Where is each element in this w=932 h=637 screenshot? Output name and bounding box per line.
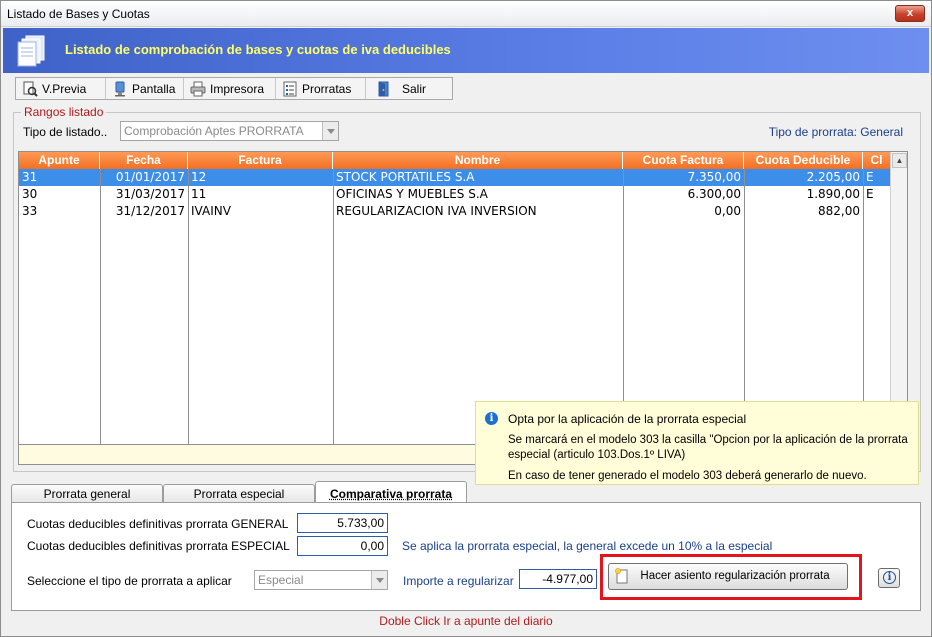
table-header: Apunte Fecha Factura Nombre Cuota Factur… — [19, 152, 891, 169]
cell-nombre: REGULARIZACION IVA INVERSION — [336, 204, 537, 218]
main-window: Listado de Bases y Cuotas x Listado de c… — [0, 0, 932, 637]
info-icon: i — [883, 571, 896, 584]
chevron-down-icon — [322, 122, 338, 140]
especial-label: Cuotas deducibles definitivas prorrata E… — [27, 539, 290, 553]
tab-comparativa-label: Comparativa prorrata — [329, 487, 453, 501]
col-cuota-factura[interactable]: Cuota Factura — [623, 152, 744, 169]
salir-label: Salir — [402, 81, 427, 96]
cell-cuota-factura: 0,00 — [714, 204, 741, 218]
general-value-field[interactable]: 5.733,00 — [297, 513, 388, 533]
printer-icon — [190, 81, 206, 96]
impresora-button[interactable]: Impresora — [184, 78, 276, 99]
table-row[interactable]: 31 01/01/2017 12 STOCK PORTATILES S.A 7.… — [19, 169, 891, 186]
close-button[interactable]: x — [895, 5, 925, 22]
cell-nombre: STOCK PORTATILES S.A — [333, 169, 623, 186]
info-tooltip: i Opta por la aplicación de la prorrata … — [475, 401, 919, 485]
cell-fecha: 01/01/2017 — [100, 169, 188, 186]
tab-prorrata-general[interactable]: Prorrata general — [11, 484, 163, 503]
tipo-listado-select[interactable]: Comprobación Aptes PRORRATA — [120, 121, 339, 141]
exit-icon — [378, 81, 389, 96]
general-label: Cuotas deducibles definitivas prorrata G… — [27, 517, 289, 531]
rangos-legend: Rangos listado — [21, 105, 107, 119]
cell-cuota-deducible: 2.205,00 — [744, 169, 863, 186]
hacer-asiento-label: Hacer asiento regularización prorrata — [640, 570, 830, 582]
banner: Listado de comprobación de bases y cuota… — [3, 28, 929, 73]
column-divider — [100, 169, 101, 464]
tipo-listado-label: Tipo de listado.. — [23, 125, 108, 139]
cell-cl — [863, 203, 891, 220]
new-document-icon — [615, 568, 628, 584]
info-icon: i — [485, 412, 498, 425]
cell-factura: 11 — [191, 187, 207, 201]
cell-factura: 12 — [188, 169, 333, 186]
hacer-asiento-button[interactable]: Hacer asiento regularización prorrata — [608, 563, 848, 590]
screen-icon — [115, 81, 125, 96]
banner-title: Listado de comprobación de bases y cuota… — [65, 42, 451, 57]
title-bar: Listado de Bases y Cuotas x — [1, 1, 931, 27]
window-title: Listado de Bases y Cuotas — [7, 7, 150, 21]
salir-button[interactable]: Salir — [366, 78, 452, 99]
column-divider — [188, 169, 189, 464]
cell-fecha: 31/12/2017 — [115, 204, 185, 218]
list-icon — [283, 81, 297, 96]
especial-value-field[interactable]: 0,00 — [297, 536, 388, 556]
tipo-prorrata-value: Especial — [258, 573, 304, 587]
tooltip-title: Opta por la aplicación de la prorrata es… — [508, 412, 747, 426]
cell-cuota-factura: 6.300,00 — [687, 187, 741, 201]
select-prorrata-label: Seleccione el tipo de prorrata a aplicar — [27, 574, 232, 588]
prorratas-label: Prorratas — [302, 81, 352, 96]
chevron-down-icon — [371, 571, 387, 589]
tipo-prorrata-text: Tipo de prorrata: General — [768, 125, 903, 139]
table-row[interactable]: 30 31/03/2017 11 OFICINAS Y MUEBLES S.A … — [19, 186, 891, 203]
table-row[interactable]: 33 31/12/2017 IVAINV REGULARIZACION IVA … — [19, 203, 891, 220]
col-nombre[interactable]: Nombre — [333, 152, 623, 169]
impresora-label: Impresora — [210, 81, 265, 96]
tab-comparativa-prorrata[interactable]: Comparativa prorrata — [315, 481, 467, 503]
tipo-listado-value: Comprobación Aptes PRORRATA — [124, 124, 304, 138]
cell-apunte: 31 — [19, 169, 100, 186]
scroll-up-icon[interactable]: ▲ — [892, 153, 907, 168]
documents-icon — [17, 35, 45, 67]
importe-value-field[interactable]: -4.977,00 — [519, 569, 597, 589]
cell-apunte: 33 — [22, 204, 38, 218]
tipo-prorrata-select[interactable]: Especial — [254, 570, 388, 590]
info-button[interactable]: i — [878, 568, 900, 588]
cell-apunte: 30 — [22, 187, 38, 201]
cell-nombre: OFICINAS Y MUEBLES S.A — [336, 187, 488, 201]
prorratas-button[interactable]: Prorratas — [276, 78, 366, 99]
pantalla-label: Pantalla — [132, 81, 176, 96]
preview-icon — [23, 81, 38, 97]
status-bar-text: Doble Click Ir a apunte del diario — [379, 614, 553, 628]
col-factura[interactable]: Factura — [188, 152, 333, 169]
importe-label: Importe a regularizar — [403, 574, 514, 588]
tab-prorrata-especial[interactable]: Prorrata especial — [163, 484, 315, 503]
cell-cuota-deducible: 882,00 — [818, 204, 860, 218]
col-cuota-deducible[interactable]: Cuota Deducible — [744, 152, 863, 169]
comparativa-note: Se aplica la prorrata especial, la gener… — [402, 539, 773, 553]
cell-fecha: 31/03/2017 — [115, 187, 185, 201]
tooltip-warning: En caso de tener generado el modelo 303 … — [508, 470, 867, 482]
pantalla-button[interactable]: Pantalla — [106, 78, 184, 99]
cell-cl: E — [863, 169, 891, 186]
col-cl[interactable]: Cl — [863, 152, 891, 169]
tooltip-detail: Se marcará en el modelo 303 la casilla "… — [508, 434, 908, 461]
toolbar: V.Previa Pantalla Impresora Prorratas Sa… — [15, 77, 453, 100]
col-fecha[interactable]: Fecha — [100, 152, 188, 169]
cell-factura: IVAINV — [191, 204, 231, 218]
cell-cuota-deducible: 1.890,00 — [806, 187, 860, 201]
col-apunte[interactable]: Apunte — [19, 152, 100, 169]
cell-cuota-factura: 7.350,00 — [623, 169, 744, 186]
vprevia-label: V.Previa — [42, 81, 87, 96]
vprevia-button[interactable]: V.Previa — [16, 78, 106, 99]
column-divider — [333, 169, 334, 464]
cell-cl: E — [866, 187, 874, 201]
